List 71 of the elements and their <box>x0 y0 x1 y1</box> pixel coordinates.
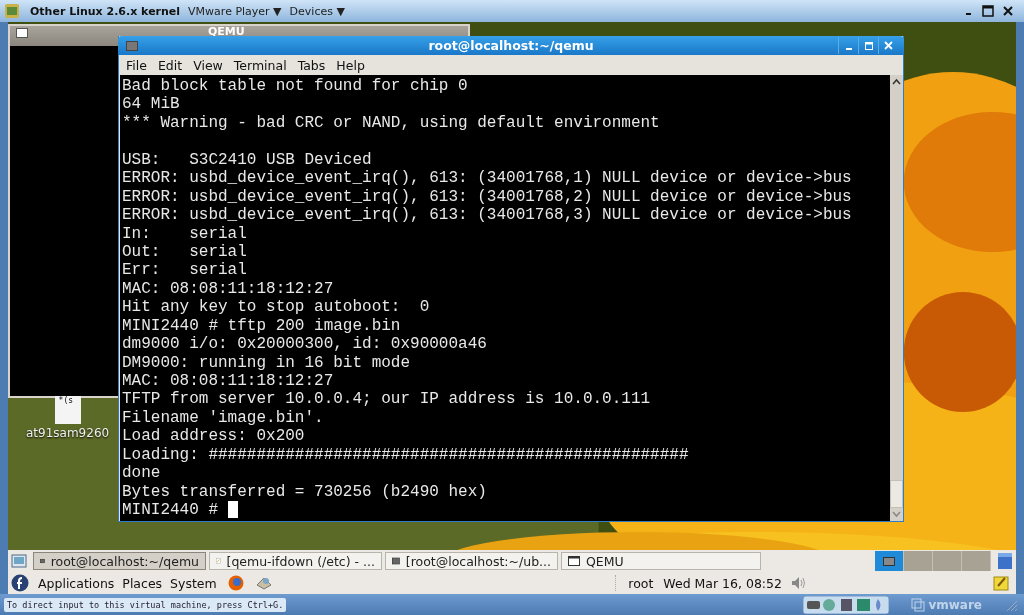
terminal-line: ERROR: usbd_device_event_irq(), 613: (34001768,3) NULL device or device->bus <box>122 206 853 225</box>
terminal-line: MINI2440 # <box>122 501 890 520</box>
terminal-line: ERROR: usbd_device_event_irq(), 613: (34001768,2) NULL device or device->bus <box>122 187 853 207</box>
terminal-line: MINI2440 # tftp 200 image.bin <box>122 316 402 336</box>
minimize-icon <box>845 47 852 50</box>
device-icons-drawing[interactable] <box>803 595 890 614</box>
menu-item[interactable]: Tabs <box>297 57 326 73</box>
clock[interactable]: Wed Mar 16, 08:52 <box>663 575 782 591</box>
vmware-logo: vmware <box>911 597 982 612</box>
window-title: QEMU <box>208 26 245 37</box>
terminal-line: Out: serial <box>122 242 248 262</box>
menu-item[interactable]: File <box>126 57 147 73</box>
terminal-line: MAC: 08:08:11:18:12:27 <box>122 372 335 391</box>
menu-item[interactable]: Terminal <box>233 57 287 73</box>
terminal-line: Filename 'image.bin'. <box>122 408 325 428</box>
terminal-line: Hit any key to stop autoboot: 0 <box>122 298 431 317</box>
terminal-icon <box>126 40 138 51</box>
terminal-line: In: serial <box>122 224 248 243</box>
terminal-line: Bytes transferred = 730256 (b2490 hex) <box>122 482 488 502</box>
terminal-line: ERROR: usbd_device_event_irq(), 613: (34001768,1) NULL device or device->bus <box>122 169 853 188</box>
taskbar-button[interactable]: QEMU <box>561 552 761 570</box>
menu-item[interactable]: View <box>193 57 223 73</box>
status-hint: To direct input to this virtual machine, press Ctrl+G. <box>4 597 287 612</box>
scrollbar[interactable] <box>890 75 903 521</box>
terminal-line: dm9000 i/o: 0x20000300, id: 0x90000a46 <box>122 335 488 354</box>
scroll-down-icon[interactable] <box>891 510 902 518</box>
vmware-app-icon <box>4 3 20 19</box>
user-name[interactable]: root <box>628 575 654 591</box>
terminal-line: USB: S3C2410 USB Deviced <box>122 150 373 170</box>
terminal-line: Err: serial <box>122 261 248 280</box>
terminal-line: Loading: ################################################## <box>122 445 690 465</box>
window-icon <box>16 28 28 38</box>
menu-item[interactable]: Devices ▼ <box>289 4 345 18</box>
notes-icon[interactable] <box>993 575 1009 591</box>
close-icon[interactable] <box>1002 5 1014 17</box>
terminal-line: done <box>122 464 162 483</box>
menu-item[interactable]: Applications <box>38 575 115 591</box>
terminal-line: Bad block table not found for chip 0 <box>122 77 469 96</box>
firefox-icon[interactable] <box>227 575 244 591</box>
desktop-icon[interactable]: *(s at91sam9260 <box>26 396 110 440</box>
menu-item[interactable]: Edit <box>157 57 183 73</box>
terminal-line: 64 MiB <box>122 95 181 114</box>
window-icon <box>568 556 580 566</box>
scroll-up-icon[interactable] <box>891 78 902 86</box>
close-icon <box>884 41 893 50</box>
maximize-icon[interactable] <box>982 5 994 17</box>
menu-item[interactable]: VMware Player ▼ <box>188 4 282 18</box>
taskbar-button[interactable]: [qemu-ifdown (/etc) - ... <box>209 552 382 570</box>
terminal-icon <box>392 555 400 567</box>
terminal-line: DM9000: running in 16 bit mode <box>122 353 412 372</box>
vm-name: Other Linux 2.6.x kernel <box>30 4 181 18</box>
taskbar-button[interactable]: root@localhost:~/qemu <box>33 552 206 570</box>
workspace[interactable] <box>875 551 904 571</box>
icon-label: at91sam9260 <box>26 426 110 440</box>
fedora-logo-icon[interactable] <box>11 574 29 592</box>
window-thumbnail-icon <box>883 556 895 566</box>
maximize-icon <box>864 41 873 50</box>
menu-item[interactable]: System <box>170 575 217 591</box>
menu-item[interactable]: Help <box>336 57 365 73</box>
terminal-line: *** Warning - bad CRC or NAND, using default environment <box>122 113 661 133</box>
text-cursor <box>227 501 238 519</box>
taskbar-button[interactable]: [root@localhost:~/ub... <box>385 552 558 570</box>
window-title: root@localhost:~/qemu <box>428 38 594 53</box>
document-preview: *(s <box>54 396 81 424</box>
vmware-logo-icon <box>911 597 926 612</box>
terminal-line: MAC: 08:08:11:18:12:27 <box>122 279 335 299</box>
volume-icon[interactable] <box>791 576 807 590</box>
menu-item[interactable]: Places <box>122 575 163 591</box>
scrollbar-thumb[interactable] <box>890 480 903 508</box>
terminal-line: TFTP from server 10.0.0.4; our IP address is 10.0.0.111 <box>122 390 652 409</box>
terminal-line: Load address: 0x200 <box>122 427 306 446</box>
